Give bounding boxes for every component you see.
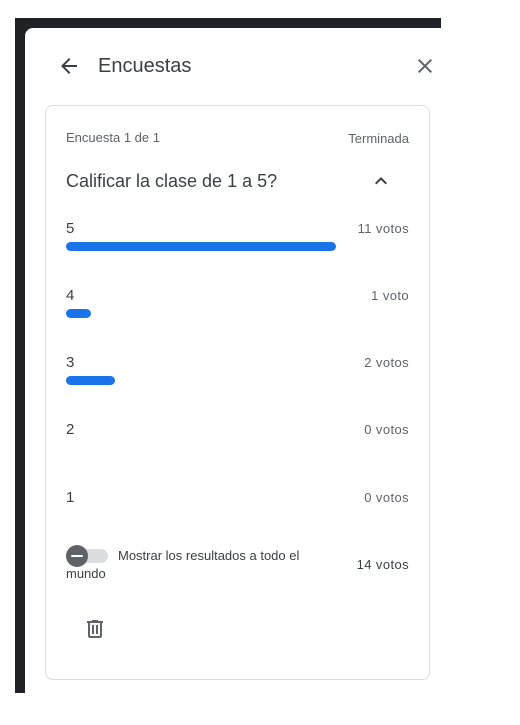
show-results-toggle[interactable] — [66, 545, 110, 567]
option-label: 1 — [66, 489, 75, 506]
collapse-button[interactable] — [365, 165, 397, 197]
poll-option: 5 11 votos — [66, 220, 409, 260]
poll-option: 2 0 votos — [66, 421, 409, 461]
option-bar — [66, 376, 115, 385]
total-votes: 14 votos — [356, 557, 409, 572]
option-votes: 0 votos — [364, 422, 409, 437]
option-label: 4 — [66, 287, 75, 304]
option-bar — [66, 309, 91, 318]
show-results-row: Mostrar los resultados a todo el mundo 1… — [66, 545, 409, 585]
poll-count: Encuesta 1 de 1 — [66, 130, 160, 145]
option-label: 5 — [66, 220, 75, 237]
chevron-up-icon — [375, 177, 387, 185]
option-votes: 1 voto — [371, 288, 409, 303]
option-label: 3 — [66, 354, 75, 371]
close-button[interactable] — [409, 50, 441, 82]
option-votes: 0 votos — [364, 490, 409, 505]
trash-icon — [87, 620, 103, 638]
option-bar — [66, 242, 336, 251]
poll-question: Calificar la clase de 1 a 5? — [66, 171, 278, 191]
toggle-knob — [66, 545, 88, 567]
poll-status: Terminada — [348, 131, 409, 146]
back-button[interactable] — [53, 50, 85, 82]
close-icon — [418, 59, 432, 73]
panel-title: Encuestas — [98, 55, 192, 77]
option-votes: 11 votos — [357, 221, 409, 236]
delete-poll-button[interactable] — [80, 614, 110, 644]
option-votes: 2 votos — [364, 355, 409, 370]
poll-option: 3 2 votos — [66, 354, 409, 394]
option-label: 2 — [66, 421, 75, 438]
poll-option: 1 0 votos — [66, 489, 409, 529]
poll-option: 4 1 voto — [66, 287, 409, 327]
arrow-back-icon — [61, 58, 77, 74]
